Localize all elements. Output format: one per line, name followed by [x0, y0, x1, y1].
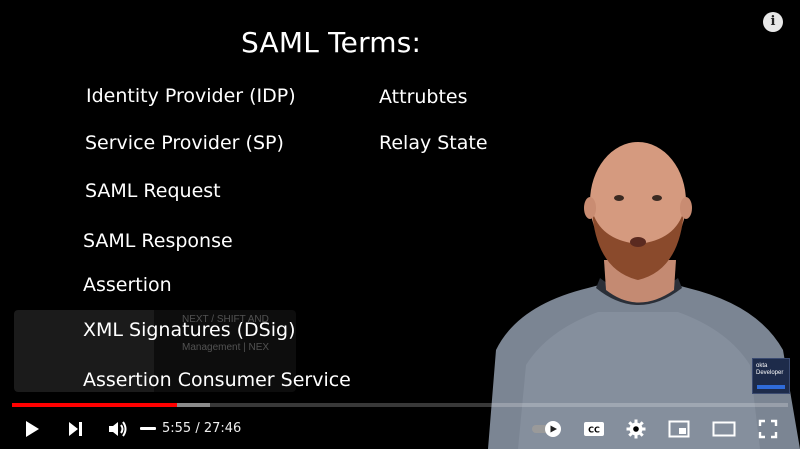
progress-played: [12, 403, 178, 407]
play-button[interactable]: [18, 416, 46, 442]
autoplay-toggle[interactable]: [530, 416, 566, 442]
term-saml-response: SAML Response: [83, 230, 233, 252]
watermark-subscribe-bar: [757, 385, 785, 389]
term-attributes: Attrubtes: [379, 86, 468, 108]
miniplayer-icon: [668, 420, 690, 438]
term-saml-request: SAML Request: [85, 180, 221, 202]
captions-icon: CC: [584, 422, 604, 436]
miniplayer-button[interactable]: [665, 416, 693, 442]
channel-watermark[interactable]: okta Developer: [752, 358, 790, 394]
video-player[interactable]: SAML Terms: Identity Provider (IDP) Serv…: [0, 0, 800, 449]
next-button[interactable]: [62, 416, 88, 442]
captions-button[interactable]: CC: [580, 416, 608, 442]
term-identity-provider: Identity Provider (IDP): [86, 85, 296, 107]
svg-text:CC: CC: [588, 426, 600, 435]
theater-mode-button[interactable]: [709, 416, 739, 442]
info-icon[interactable]: i: [763, 12, 783, 32]
control-bar: 5:55 / 27:46 CC: [0, 408, 800, 449]
term-assertion-consumer-service: Assertion Consumer Service: [83, 369, 351, 391]
play-icon: [26, 421, 39, 437]
term-relay-state: Relay State: [379, 132, 488, 154]
time-display: 5:55 / 27:46: [162, 421, 242, 436]
volume-icon: [109, 421, 127, 437]
card-line-2: Management | NEX: [182, 342, 270, 353]
volume-slider[interactable]: [140, 427, 156, 430]
gear-icon: [626, 419, 646, 439]
term-assertion: Assertion: [83, 274, 172, 296]
term-xml-signatures: XML Signatures (DSig): [83, 319, 296, 341]
fullscreen-icon: [758, 419, 778, 439]
slide-title: SAML Terms:: [241, 26, 422, 59]
theater-mode-icon: [712, 421, 736, 437]
watermark-text: okta Developer: [756, 363, 784, 376]
next-icon: [69, 422, 82, 436]
volume-button[interactable]: [104, 416, 132, 442]
fullscreen-button[interactable]: [754, 416, 782, 442]
autoplay-toggle-icon: [532, 421, 561, 437]
progress-bar[interactable]: [12, 403, 788, 407]
term-service-provider: Service Provider (SP): [85, 132, 284, 154]
settings-button[interactable]: [622, 416, 650, 442]
